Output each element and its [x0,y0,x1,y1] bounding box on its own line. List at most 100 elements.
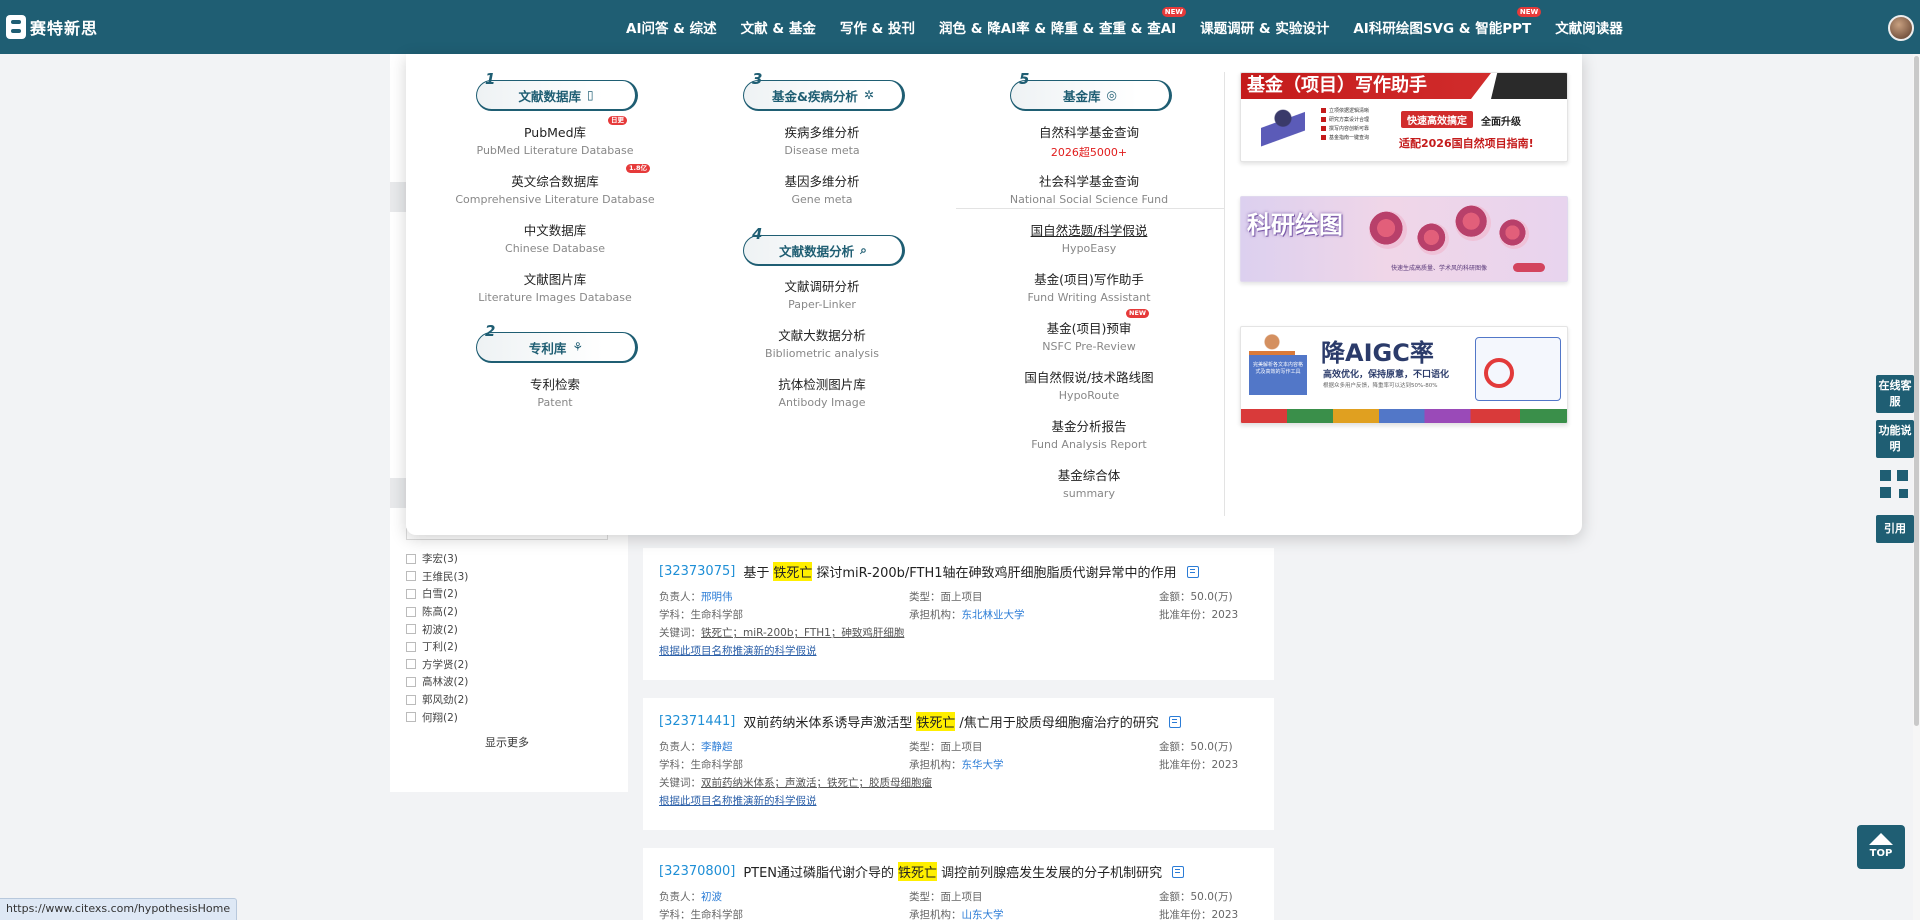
author-filter-list: 李宏(3) 王维民(3) 白雪(2) 陈高(2) 初波(2) 丁利(2) 方学贤… [406,550,606,726]
literature-fund-dropdown: 1 文献数据库 ▯ PubMed库 PubMed Literature Data… [406,54,1582,535]
author-filter-item[interactable]: 何翔(2) [406,708,606,726]
category-literature-db[interactable]: 1 文献数据库 ▯ [476,70,638,111]
banner-scientific-drawing[interactable]: 科研绘图 快速生成高质量、学术风的科研图像 [1240,196,1568,282]
menu-bibliometric[interactable]: 文献大数据分析 Bibliometric analysis [712,325,932,360]
result-id[interactable]: [32370800] [659,864,735,879]
result-title[interactable]: [32373075] 基于 铁死亡 探讨miR-200b/FTH1轴在砷致鸡肝细胞脂… [659,562,1258,581]
checkbox[interactable] [406,694,416,705]
checkbox[interactable] [406,588,416,599]
nav-research-design[interactable]: 课题调研 & 实验设计 [1188,17,1341,37]
checkbox[interactable] [406,676,416,687]
keywords[interactable]: 双前药纳米体系；声激活；铁死亡；胶质母细胞瘤 [701,777,932,789]
hypothesis-link[interactable]: 根据此项目名称推演新的科学假说 [659,643,1258,658]
menu-chinese-db[interactable]: 中文数据库 Chinese Database [445,220,665,255]
copy-icon[interactable] [1186,565,1199,578]
checkbox[interactable] [406,659,416,670]
back-to-top-button[interactable]: TOP [1857,825,1905,869]
cell-illustration [1369,211,1407,249]
online-service-button[interactable]: 在线客服 [1876,375,1914,413]
checkbox[interactable] [406,624,416,635]
nav-reader[interactable]: 文献阅读器 [1543,17,1635,37]
help-button[interactable]: 功能说明 [1876,420,1914,458]
menu-disease-meta[interactable]: 疾病多维分析 Disease meta [712,122,932,157]
target-icon: ◎ [1106,88,1117,102]
menu-social-science-query[interactable]: 社会科学基金查询 National Social Science Fund [979,171,1199,206]
checkbox[interactable] [406,571,416,582]
result-title[interactable]: [32371441] 双前药纳米体系诱导声激活型 铁死亡/焦亡用于胶质母细胞瘤治疗… [659,712,1258,731]
author-filter-item[interactable]: 王维民(3) [406,568,606,586]
result-card: [32373075] 基于 铁死亡 探讨miR-200b/FTH1轴在砷致鸡肝细胞脂… [643,548,1274,680]
category-fund-db[interactable]: 5 基金库 ◎ [1010,70,1172,111]
cell-illustration [1417,223,1449,255]
menu-nsfc-prereview[interactable]: 基金(项目)预审 NSFC Pre-Review [979,318,1199,353]
org-link[interactable]: 山东大学 [962,909,1004,920]
result-id[interactable]: [32373075] [659,564,735,579]
banner-fund-writing[interactable]: 基金（项目）写作助手 立项依据逻辑清晰 研究方案设计合理 撰写内容创新可靠 基金… [1240,72,1568,162]
count-badge: 1.8亿 [626,164,651,173]
menu-patent-search[interactable]: 专利检索 Patent [445,374,665,409]
category-literature-analysis[interactable]: 4 文献数据分析 ⌕ [743,225,905,266]
checkbox[interactable] [406,641,416,652]
menu-hyporoute[interactable]: 国自然假说/技术路线图 HypoRoute [979,367,1199,402]
daily-badge: 日更 [608,116,627,125]
result-card: [32371441] 双前药纳米体系诱导声激活型 铁死亡/焦亡用于胶质母细胞瘤治疗… [643,698,1274,830]
menu-antibody-image[interactable]: 抗体检测图片库 Antibody Image [712,374,932,409]
result-id[interactable]: [32371441] [659,714,735,729]
brand-logo[interactable]: 赛特新思 [6,13,98,41]
scrollbar-thumb[interactable] [1914,56,1919,726]
keywords[interactable]: 铁死亡；miR-200b；FTH1；砷致鸡肝细胞 [701,627,904,639]
cite-button[interactable]: 引用 [1876,515,1914,543]
author-filter-item[interactable]: 方学贤(2) [406,656,606,674]
copy-icon[interactable] [1172,865,1185,878]
menu-comprehensive-db[interactable]: 英文综合数据库 Comprehensive Literature Databas… [445,171,665,206]
nav-polish[interactable]: 润色 & 降AI率 & 降重 & 查重 & 查AI NEW [927,7,1188,37]
menu-pubmed[interactable]: PubMed库 PubMed Literature Database [445,122,665,157]
try-now-button[interactable] [1513,263,1545,272]
checkbox[interactable] [406,606,416,617]
leader-link[interactable]: 初波 [701,891,722,903]
leader-link[interactable]: 李静超 [701,741,733,753]
result-card: [32370800] PTEN通过磷脂代谢介导的 铁死亡 调控前列腺癌发生发展的分子… [643,848,1274,920]
search-chart-icon: ⌕ [860,242,867,257]
copy-icon[interactable] [1168,715,1181,728]
nav-literature-fund[interactable]: 文献 & 基金 [729,17,828,37]
leader-link[interactable]: 邢明伟 [701,591,733,603]
author-filter-item[interactable]: 白雪(2) [406,585,606,603]
banner-reduce-aigc[interactable]: 完美解析各文本内容格式及高效的写作工具 降AIGC率 高效优化，保持原意，不口语… [1240,326,1568,424]
logo-icon [6,15,26,39]
new-badge: NEW [1161,7,1187,17]
author-filter-item[interactable]: 陈高(2) [406,603,606,621]
user-avatar[interactable] [1888,15,1914,41]
org-link[interactable]: 东华大学 [962,759,1004,771]
qrcode-icon[interactable] [1880,470,1908,498]
menu-literature-images[interactable]: 文献图片库 Literature Images Database [445,269,665,304]
category-patent[interactable]: 2 专利库 ⚘ [476,322,638,363]
category-fund-disease[interactable]: 3 基金&疾病分析 ✲ [743,70,905,111]
molecule-icon: ✲ [863,88,874,102]
cell-illustration [1455,205,1491,241]
menu-fund-report[interactable]: 基金分析报告 Fund Analysis Report [979,416,1199,451]
menu-fund-writing[interactable]: 基金(项目)写作助手 Fund Writing Assistant [979,269,1199,304]
nav-ai-drawing[interactable]: AI科研绘图SVG & 智能PPT NEW [1341,7,1543,37]
menu-fund-summary[interactable]: 基金综合体 summary [979,465,1199,500]
new-badge: NEW [1126,309,1150,318]
author-filter-item[interactable]: 李宏(3) [406,550,606,568]
org-link[interactable]: 东北林业大学 [962,609,1025,621]
menu-gene-meta[interactable]: 基因多维分析 Gene meta [712,171,932,206]
result-title[interactable]: [32370800] PTEN通过磷脂代谢介导的 铁死亡 调控前列腺癌发生发展的分子… [659,862,1258,881]
hypothesis-link[interactable]: 根据此项目名称推演新的科学假说 [659,793,1258,808]
author-filter-item[interactable]: 高林波(2) [406,673,606,691]
show-more-link[interactable]: 显示更多 [485,734,529,750]
menu-nsfc-query[interactable]: 自然科学基金查询 2026超5000+ [979,122,1199,160]
menu-hypoeasy[interactable]: 国自然选题/科学假说 HypoEasy [979,220,1199,255]
checkbox[interactable] [406,553,416,564]
checkbox[interactable] [406,712,416,723]
nav-writing[interactable]: 写作 & 投刊 [828,17,927,37]
menu-paper-linker[interactable]: 文献调研分析 Paper-Linker [712,276,932,311]
nav-ai-qa[interactable]: AI问答 & 综述 [614,17,729,37]
author-filter-item[interactable]: 丁利(2) [406,638,606,656]
author-filter-item[interactable]: 初波(2) [406,620,606,638]
author-filter-item[interactable]: 郭风劲(2) [406,691,606,709]
arrow-up-icon [1869,833,1893,845]
cell-illustration [1499,219,1529,249]
